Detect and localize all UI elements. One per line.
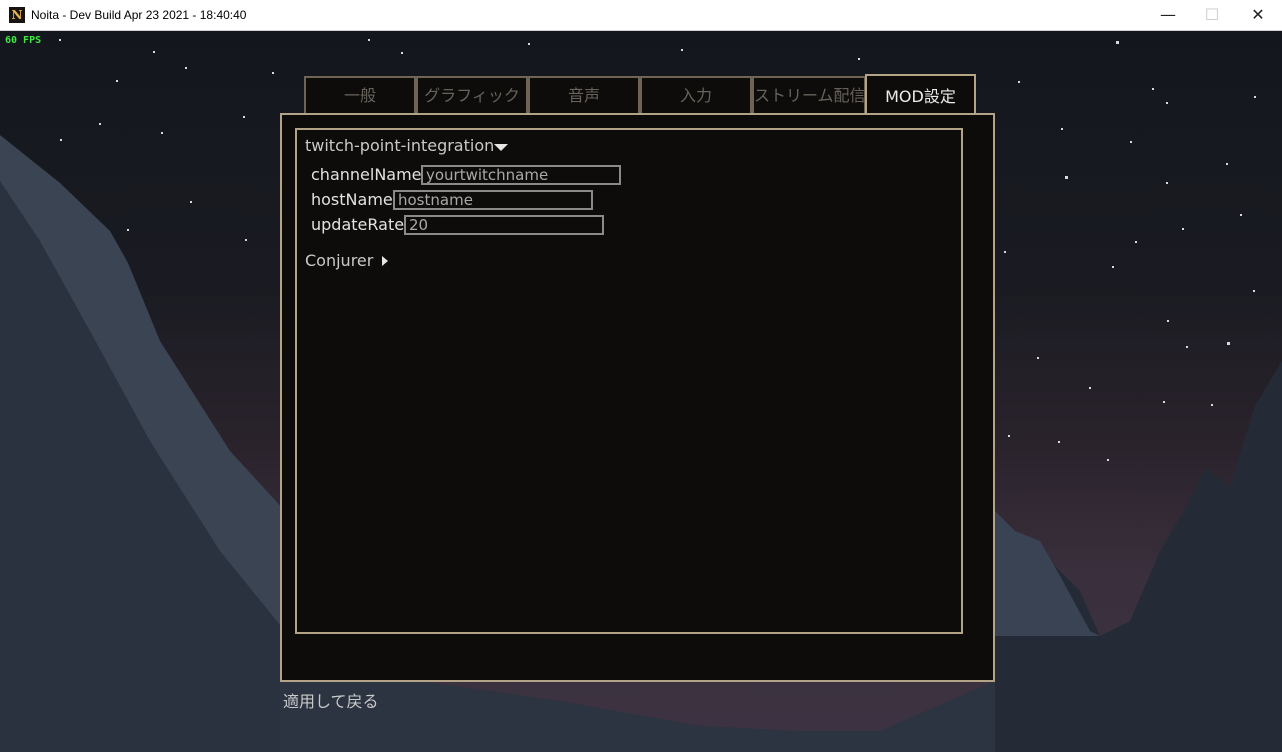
chevron-down-icon[interactable] (494, 144, 508, 151)
fps-counter: 60 FPS (5, 35, 42, 46)
game-viewport: 60 FPS 一般 グラフィック 音声 入力 ストリーム配信 MOD設定 twi… (0, 31, 1282, 752)
setting-label-hostname: hostName (311, 190, 393, 209)
channelname-input[interactable]: yourtwitchname (421, 165, 621, 185)
tab-general[interactable]: 一般 (304, 76, 416, 114)
maximize-button[interactable]: ☐ (1189, 0, 1235, 30)
minimize-button[interactable]: — (1145, 0, 1191, 30)
mod-header-twitch-point-integration[interactable]: twitch-point-integration (305, 136, 494, 156)
updaterate-input[interactable]: 20 (404, 215, 604, 235)
hostname-input[interactable]: hostname (393, 190, 593, 210)
setting-label-channelname: channelName (311, 165, 422, 184)
apply-and-back-button[interactable]: 適用して戻る (283, 692, 379, 712)
tab-graphics[interactable]: グラフィック (416, 76, 528, 114)
noita-app-icon: N (9, 7, 25, 23)
window-title: Noita - Dev Build Apr 23 2021 - 18:40:40 (31, 8, 247, 22)
tab-input[interactable]: 入力 (640, 76, 752, 114)
tab-streaming[interactable]: ストリーム配信 (752, 76, 866, 114)
tab-mod-settings[interactable]: MOD設定 (865, 74, 976, 114)
setting-label-updaterate: updateRate (311, 215, 405, 234)
close-button[interactable]: ✕ (1235, 0, 1281, 30)
mod-header-conjurer[interactable]: Conjurer (305, 251, 373, 271)
chevron-right-icon[interactable] (382, 256, 388, 266)
window-title-bar: N Noita - Dev Build Apr 23 2021 - 18:40:… (0, 0, 1282, 31)
tab-audio[interactable]: 音声 (528, 76, 640, 114)
mountain-bottom (280, 671, 995, 752)
